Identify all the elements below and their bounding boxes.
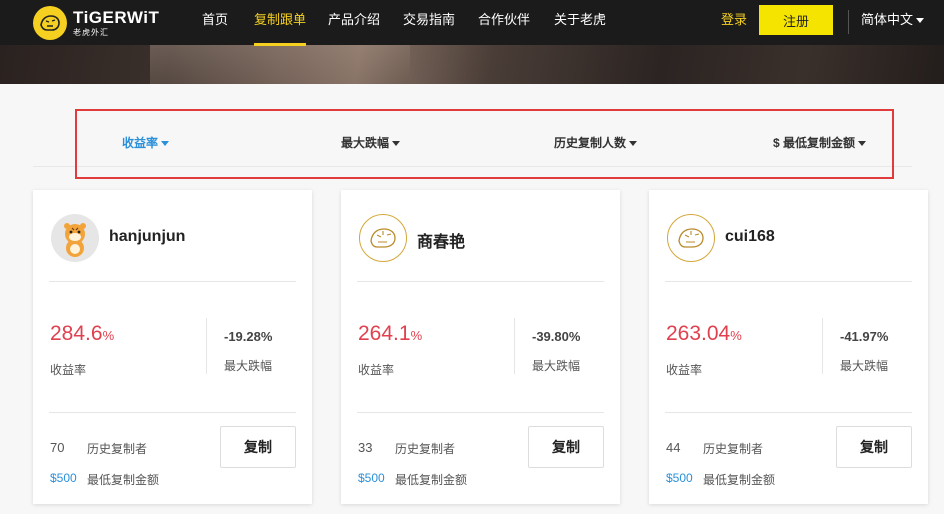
copiers-label: 历史复制者 (87, 442, 148, 456)
sort-min-amount-label: $ 最低复制金额 (773, 136, 856, 150)
tiger-cartoon-icon (64, 223, 86, 257)
min-amount-value: $500 (358, 471, 385, 485)
card-divider (357, 281, 604, 282)
min-amount-label: 最低复制金额 (395, 473, 468, 487)
nav-item-trading-guide[interactable]: 交易指南 (403, 0, 455, 45)
min-amount-value: $500 (666, 471, 693, 485)
max-drawdown-label: 最大跌幅 (840, 359, 889, 373)
language-select[interactable]: 简体中文 (861, 0, 925, 40)
nav-item-home[interactable]: 首页 (202, 0, 228, 45)
chevron-down-icon (161, 141, 170, 147)
nav-item-copy-trading[interactable]: 复制跟单 (254, 0, 307, 46)
stat-divider (206, 318, 207, 374)
copiers-label: 历史复制者 (395, 442, 456, 456)
chevron-down-icon (916, 18, 925, 24)
brand-subtitle: 老虎外汇 (73, 28, 109, 37)
return-rate-value: 263.04% (666, 322, 742, 345)
sort-copiers-count-label: 历史复制人数 (554, 136, 627, 150)
stat-divider (514, 318, 515, 374)
min-amount-label: 最低复制金额 (703, 473, 776, 487)
nav-item-partners[interactable]: 合作伙伴 (478, 0, 530, 45)
return-rate-value: 284.6% (50, 322, 115, 345)
card-divider (665, 412, 912, 413)
nav-item-about[interactable]: 关于老虎 (554, 0, 606, 45)
sort-return-rate-label: 收益率 (122, 136, 159, 150)
hero-banner-image (0, 45, 944, 84)
brand-logo[interactable]: TiGERWiT 老虎外汇 (33, 6, 159, 40)
return-rate-label: 收益率 (666, 363, 703, 377)
login-link[interactable]: 登录 (721, 0, 747, 40)
copy-button[interactable]: 复制 (836, 426, 912, 468)
trader-card[interactable]: 商春艳 264.1% 收益率 -39.80% 最大跌幅 33 历史复制者 $50… (341, 190, 620, 504)
sort-min-amount[interactable]: $ 最低复制金额 (773, 134, 867, 151)
max-drawdown-label: 最大跌幅 (224, 359, 273, 373)
min-amount-value: $500 (50, 471, 77, 485)
language-label: 简体中文 (861, 12, 914, 27)
card-divider (357, 412, 604, 413)
return-rate-label: 收益率 (358, 363, 395, 377)
trader-name[interactable]: hanjunjun (109, 228, 185, 246)
copy-button[interactable]: 复制 (528, 426, 604, 468)
sort-max-drawdown-label: 最大跌幅 (341, 136, 390, 150)
copy-button[interactable]: 复制 (220, 426, 296, 468)
chevron-down-icon (629, 141, 638, 147)
max-drawdown-value: -19.28% (224, 329, 273, 344)
avatar (51, 214, 99, 262)
card-divider (49, 281, 296, 282)
trader-name[interactable]: cui168 (725, 228, 775, 246)
register-button[interactable]: 注册 (759, 5, 833, 35)
max-drawdown-value: -41.97% (840, 329, 889, 344)
copiers-count: 44 (666, 440, 681, 455)
brand-name: TiGERWiT (73, 8, 160, 27)
avatar (359, 214, 407, 262)
header: TiGERWiT 老虎外汇 首页 复制跟单 产品介绍 交易指南 合作伙伴 关于老… (0, 0, 944, 84)
sort-copiers-count[interactable]: 历史复制人数 (554, 134, 638, 151)
nav-divider (848, 10, 849, 34)
card-divider (665, 281, 912, 282)
card-divider (49, 412, 296, 413)
max-drawdown-label: 最大跌幅 (532, 359, 581, 373)
chevron-down-icon (392, 141, 401, 147)
copiers-label: 历史复制者 (703, 442, 764, 456)
avatar (667, 214, 715, 262)
copiers-count: 70 (50, 440, 65, 455)
tiger-logo-icon (678, 228, 704, 248)
top-nav: TiGERWiT 老虎外汇 首页 复制跟单 产品介绍 交易指南 合作伙伴 关于老… (0, 0, 944, 46)
sort-return-rate[interactable]: 收益率 (122, 134, 170, 151)
trader-card[interactable]: cui168 263.04% 收益率 -41.97% 最大跌幅 44 历史复制者… (649, 190, 928, 504)
sort-max-drawdown[interactable]: 最大跌幅 (341, 134, 401, 151)
min-amount-label: 最低复制金额 (87, 473, 160, 487)
trader-card[interactable]: hanjunjun 284.6% 收益率 -19.28% 最大跌幅 70 历史复… (33, 190, 312, 504)
max-drawdown-value: -39.80% (532, 329, 581, 344)
nav-item-products[interactable]: 产品介绍 (328, 0, 380, 45)
trader-name[interactable]: 商春艳 (417, 228, 465, 252)
return-rate-label: 收益率 (50, 363, 87, 377)
chevron-down-icon (858, 141, 867, 147)
tiger-logo-icon (33, 6, 67, 40)
copiers-count: 33 (358, 440, 373, 455)
return-rate-value: 264.1% (358, 322, 423, 345)
stat-divider (822, 318, 823, 374)
filter-highlight-box (75, 109, 894, 179)
tiger-logo-icon (370, 228, 396, 248)
